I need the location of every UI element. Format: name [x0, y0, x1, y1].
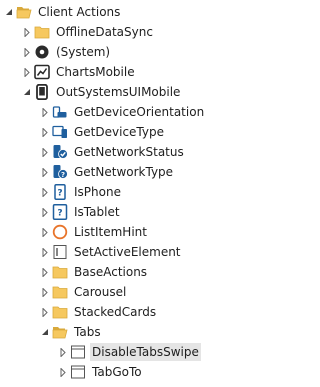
collapse-arrow-icon[interactable]: [22, 85, 32, 99]
tree-node-label: SetActiveElement: [74, 245, 181, 259]
mobile-module-icon: [34, 84, 50, 100]
expand-arrow-icon[interactable]: [40, 265, 50, 279]
network-type-icon: ?: [52, 164, 68, 180]
expand-arrow-icon[interactable]: [58, 345, 68, 359]
phone-question-icon: ?: [52, 184, 68, 200]
tree-node-carousel[interactable]: Carousel: [40, 282, 128, 302]
expand-arrow-icon[interactable]: [40, 165, 50, 179]
tree-node-label: Tabs: [74, 325, 101, 339]
tree-node-label: ChartsMobile: [56, 65, 135, 79]
folder-icon: [34, 24, 50, 40]
tree-node-chartsmobile[interactable]: ChartsMobile: [22, 62, 137, 82]
system-module-icon: [34, 44, 50, 60]
active-element-icon: [52, 244, 68, 260]
tree-node-getdevicetype[interactable]: GetDeviceType: [40, 122, 166, 142]
tree-node-label: IsPhone: [74, 185, 121, 199]
expand-arrow-icon[interactable]: [40, 305, 50, 319]
action-icon: [70, 364, 86, 380]
tablet-question-icon: ?: [52, 204, 68, 220]
hint-circle-icon: [52, 224, 68, 240]
expand-arrow-icon[interactable]: [40, 125, 50, 139]
expand-arrow-icon[interactable]: [22, 25, 32, 39]
tree-node-outsystemsuimobile[interactable]: OutSystemsUIMobile: [22, 82, 182, 102]
action-icon: [70, 344, 86, 360]
expand-arrow-icon[interactable]: [58, 365, 68, 379]
tree-node-tabs[interactable]: Tabs: [40, 322, 103, 342]
tree-node-label: DisableTabsSwipe: [90, 343, 201, 361]
folder-icon: [52, 264, 68, 280]
tree-node-label: TabGoTo: [92, 365, 142, 379]
svg-text:?: ?: [61, 171, 65, 179]
folder-icon: [52, 284, 68, 300]
device-type-icon: [52, 124, 68, 140]
tree-node-client-actions[interactable]: Client Actions: [4, 2, 122, 22]
tree-node-label: GetDeviceType: [74, 125, 164, 139]
expand-arrow-icon[interactable]: [40, 105, 50, 119]
tree-node-disabletabsswipe[interactable]: DisableTabsSwipe: [58, 342, 201, 362]
tree-node-label: GetNetworkStatus: [74, 145, 184, 159]
expand-arrow-icon[interactable]: [40, 185, 50, 199]
tree-node-label: StackedCards: [74, 305, 157, 319]
tree-node-label: (System): [56, 45, 111, 59]
network-status-icon: [52, 144, 68, 160]
tree-node-isphone[interactable]: ? IsPhone: [40, 182, 123, 202]
device-orientation-icon: [52, 104, 68, 120]
folder-open-icon: [16, 4, 32, 20]
tree-node-getnetworktype[interactable]: ? GetNetworkType: [40, 162, 175, 182]
chart-module-icon: [34, 64, 50, 80]
tree-node-tabgoto[interactable]: TabGoTo: [58, 362, 144, 382]
svg-text:?: ?: [57, 189, 62, 199]
tree-node-baseactions[interactable]: BaseActions: [40, 262, 149, 282]
tree-node-label: ListItemHint: [74, 225, 147, 239]
tree-node-listitemhint[interactable]: ListItemHint: [40, 222, 149, 242]
tree-node-offlinedatasync[interactable]: OfflineDataSync: [22, 22, 155, 42]
folder-open-icon: [52, 324, 68, 340]
tree-node-stackedcards[interactable]: StackedCards: [40, 302, 158, 322]
tree-node-getdeviceorientation[interactable]: GetDeviceOrientation: [40, 102, 206, 122]
tree-node-label: BaseActions: [74, 265, 148, 279]
tree-node-istablet[interactable]: ? IsTablet: [40, 202, 122, 222]
expand-arrow-icon[interactable]: [40, 285, 50, 299]
tree-node-label: GetNetworkType: [74, 165, 174, 179]
tree-node-label: GetDeviceOrientation: [74, 105, 205, 119]
tree-node-setactiveelement[interactable]: SetActiveElement: [40, 242, 183, 262]
expand-arrow-icon[interactable]: [40, 225, 50, 239]
tree-node-getnetworkstatus[interactable]: GetNetworkStatus: [40, 142, 186, 162]
folder-icon: [52, 304, 68, 320]
collapse-arrow-icon[interactable]: [40, 325, 50, 339]
expand-arrow-icon[interactable]: [40, 205, 50, 219]
expand-arrow-icon[interactable]: [40, 245, 50, 259]
expand-arrow-icon[interactable]: [22, 45, 32, 59]
tree-node-label: OutSystemsUIMobile: [56, 85, 181, 99]
tree-node-label: Carousel: [74, 285, 127, 299]
expand-arrow-icon[interactable]: [22, 65, 32, 79]
client-actions-tree: Client Actions OfflineDataSync (System): [0, 0, 246, 387]
collapse-arrow-icon[interactable]: [4, 5, 14, 19]
tree-node-label: IsTablet: [74, 205, 120, 219]
tree-node-system[interactable]: (System): [22, 42, 112, 62]
tree-node-label: Client Actions: [38, 5, 121, 19]
expand-arrow-icon[interactable]: [40, 145, 50, 159]
tree-node-label: OfflineDataSync: [56, 25, 153, 39]
svg-text:?: ?: [57, 209, 62, 219]
